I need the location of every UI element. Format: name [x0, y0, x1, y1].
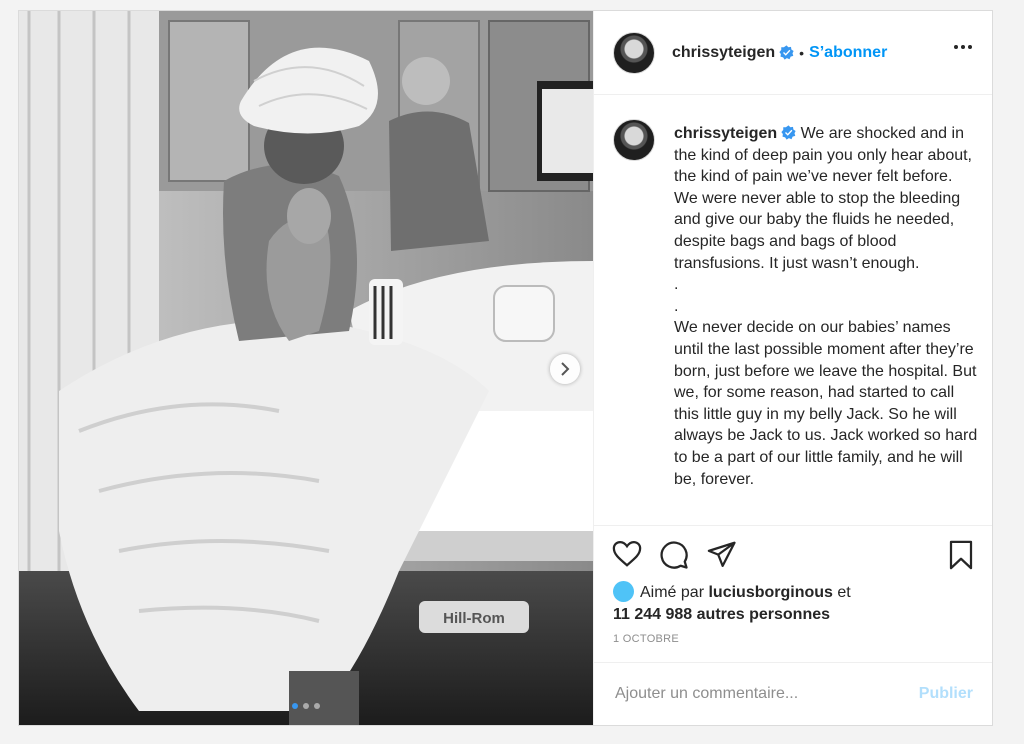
instagram-post: Hill-Rom chrissyteigen • S’abonner chris…	[18, 10, 993, 726]
username-link[interactable]: chrissyteigen	[672, 44, 775, 62]
chevron-right-icon	[561, 362, 570, 376]
paper-plane-icon[interactable]	[707, 540, 737, 568]
page-background: Hill-Rom chrissyteigen • S’abonner chris…	[0, 0, 1024, 744]
verified-badge-icon	[779, 45, 794, 60]
likes-connector: et	[837, 584, 851, 601]
separator-bullet: •	[799, 44, 805, 61]
comment-input[interactable]	[613, 684, 919, 704]
caption-paragraph: We are shocked and in the kind of deep p…	[674, 125, 972, 272]
bookmark-icon[interactable]	[948, 540, 974, 570]
carousel-dot	[303, 703, 309, 709]
action-bar	[612, 540, 974, 570]
comment-bar: Publier	[594, 662, 992, 725]
likes-summary: Aimé par luciusborginous et 11 244 988 a…	[613, 581, 851, 626]
carousel-dot	[314, 703, 320, 709]
caption-paragraph: .	[674, 276, 679, 294]
avatar[interactable]	[613, 119, 655, 161]
caption-username-link[interactable]: chrissyteigen	[674, 125, 777, 142]
caption-row: chrissyteigen We are shocked and in the …	[613, 119, 978, 490]
hospital-photo-illustration: Hill-Rom	[19, 11, 593, 725]
carousel-indicator	[19, 703, 593, 709]
avatar[interactable]	[613, 31, 655, 74]
follow-button[interactable]: S’abonner	[809, 44, 887, 62]
bed-brand-label: Hill-Rom	[443, 610, 505, 627]
post-date[interactable]: 1 OCTOBRE	[613, 633, 679, 645]
post-side-panel: chrissyteigen • S’abonner chrissyteigen …	[593, 11, 992, 725]
more-options-icon[interactable]	[954, 45, 972, 49]
carousel-next-button[interactable]	[550, 354, 580, 384]
verified-badge-icon	[781, 125, 796, 140]
publish-button[interactable]: Publier	[919, 685, 973, 703]
carousel-dot	[292, 703, 298, 709]
post-header: chrissyteigen • S’abonner	[594, 11, 992, 95]
caption-area[interactable]: chrissyteigen We are shocked and in the …	[594, 95, 992, 526]
caption-text: chrissyteigen We are shocked and in the …	[674, 123, 978, 490]
post-photo[interactable]: Hill-Rom	[19, 11, 593, 725]
caption-paragraph: .	[674, 297, 679, 315]
comment-bubble-icon[interactable]	[659, 540, 689, 570]
heart-icon[interactable]	[612, 540, 642, 568]
liker-avatar[interactable]	[613, 581, 634, 602]
likes-prefix: Aimé par	[640, 584, 705, 601]
likes-count-link[interactable]: 11 244 988 autres personnes	[613, 606, 830, 623]
liker-username-link[interactable]: luciusborginous	[708, 584, 832, 601]
caption-paragraph: We never decide on our babies’ names unt…	[674, 319, 978, 488]
